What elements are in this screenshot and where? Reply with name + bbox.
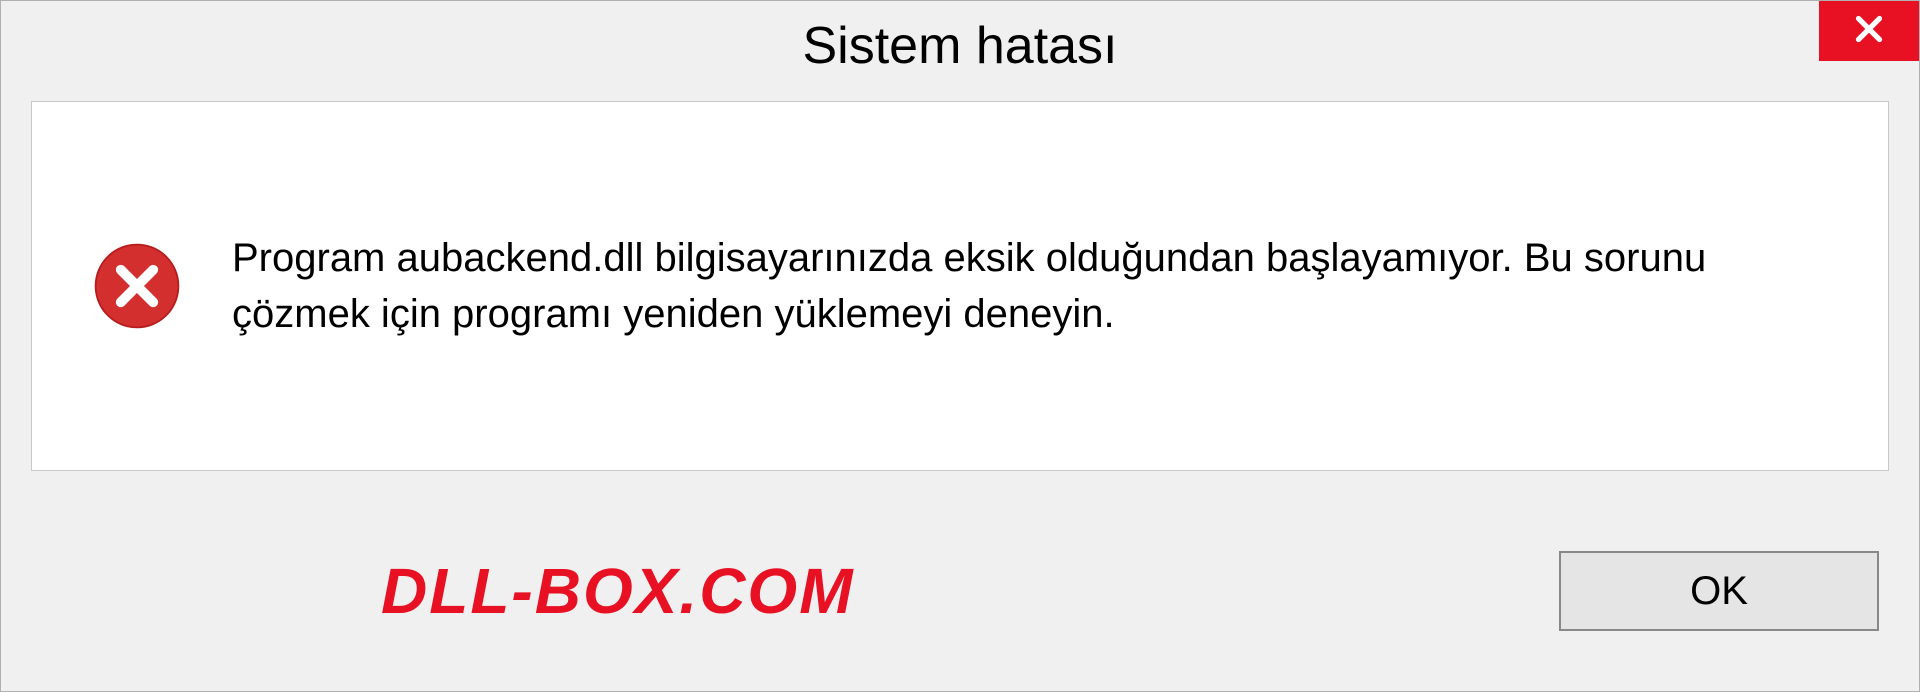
- close-button[interactable]: [1819, 1, 1919, 61]
- error-message: Program aubackend.dll bilgisayarınızda e…: [232, 230, 1828, 342]
- dialog-title: Sistem hatası: [802, 16, 1117, 76]
- watermark-text: DLL-BOX.COM: [381, 554, 855, 628]
- error-icon: [92, 241, 182, 331]
- footer: DLL-BOX.COM OK: [1, 511, 1919, 691]
- titlebar: Sistem hatası: [1, 1, 1919, 91]
- close-icon: [1851, 11, 1887, 52]
- ok-button[interactable]: OK: [1559, 551, 1879, 631]
- content-panel: Program aubackend.dll bilgisayarınızda e…: [31, 101, 1889, 471]
